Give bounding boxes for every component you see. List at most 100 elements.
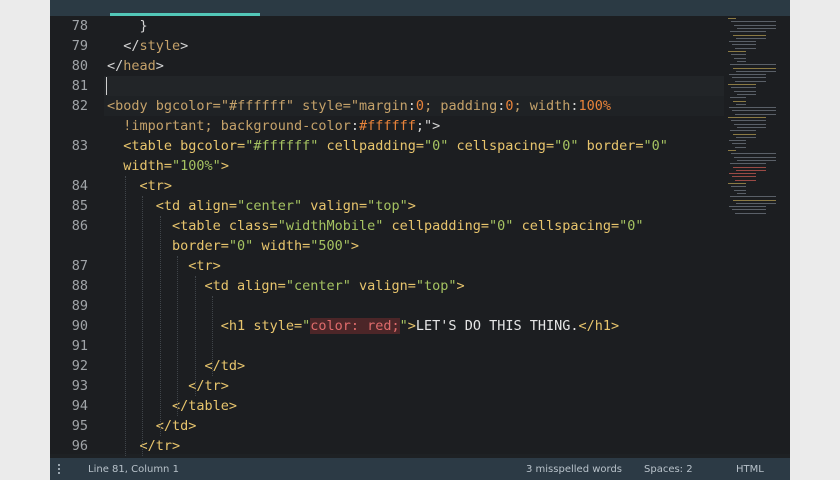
code-token: ; width <box>513 98 571 114</box>
code-token: </ <box>107 58 124 74</box>
minimap-line <box>731 153 776 155</box>
code-token: bgcolor= <box>155 98 221 114</box>
code-token: > <box>407 198 416 214</box>
code-token: 100% <box>578 98 612 114</box>
indent-guide <box>177 256 178 416</box>
code-token: bgcolor= <box>180 138 246 154</box>
code-token: <table <box>107 138 181 154</box>
line-number: 81 <box>71 78 88 94</box>
editor-window: 78 } 79 </style> 80 </head> 81 82 <body bgcolo… <box>50 0 790 480</box>
code-token: #ffffff <box>359 118 416 134</box>
line-number: 94 <box>71 398 88 414</box>
minimap-line <box>730 97 746 99</box>
indent-guide <box>195 276 196 396</box>
spell-check-status[interactable]: 3 misspelled words <box>526 464 622 475</box>
indentation-setting[interactable]: Spaces: 2 <box>644 464 693 475</box>
code-token: ; padding <box>424 98 498 114</box>
minimap-line <box>737 93 756 95</box>
code-token: ; background-color <box>204 118 351 134</box>
code-line[interactable]: </td> <box>107 416 730 436</box>
code-line[interactable]: <tr> <box>107 176 730 196</box>
cursor-position[interactable]: Line 81, Column 1 <box>88 464 179 475</box>
line-number: 78 <box>71 18 88 34</box>
line-number: 84 <box>71 178 88 194</box>
minimap-line <box>736 103 746 105</box>
minimap[interactable] <box>728 18 780 218</box>
minimap-line <box>735 113 776 115</box>
code-token: > <box>220 158 229 174</box>
minimap-line <box>729 173 756 175</box>
code-token: style= <box>253 318 303 334</box>
minimap-line <box>731 186 746 188</box>
code-token: cellspacing= <box>513 218 620 234</box>
minimap-line <box>736 202 776 204</box>
minimap-line <box>735 179 756 181</box>
code-token: > <box>155 58 164 74</box>
minimap-line <box>733 34 766 36</box>
code-line[interactable]: </td> <box>107 356 730 376</box>
code-line[interactable]: </style> <box>107 36 730 56</box>
minimap-line <box>734 90 756 92</box>
code-token: "0" <box>228 238 254 254</box>
minimap-line <box>728 51 746 52</box>
code-token: : <box>407 98 416 114</box>
code-line[interactable]: width="100%"> <box>107 156 730 176</box>
minimap-line <box>732 209 766 211</box>
code-token: </table> <box>107 398 238 414</box>
code-token: "margin <box>350 98 408 114</box>
code-token: cellpadding= <box>318 138 425 154</box>
code-token: align= <box>237 278 286 294</box>
code-token: width= <box>107 158 173 174</box>
code-line[interactable]: <table bgcolor="#ffffff" cellpadding="0"… <box>107 136 730 156</box>
minimap-line <box>730 31 766 33</box>
code-line[interactable]: } <box>107 16 730 36</box>
minimap-line <box>728 84 756 85</box>
code-token: align= <box>188 198 238 214</box>
code-token: : <box>570 98 579 114</box>
code-token: cellspacing= <box>448 138 555 154</box>
code-token: <tr> <box>107 178 173 194</box>
code-line[interactable]: </head> <box>107 56 730 76</box>
code-line[interactable]: border="0" width="500"> <box>107 236 730 256</box>
code-token: "0" <box>643 138 668 154</box>
code-line[interactable]: <body bgcolor="#ffffff" style="margin:0;… <box>107 96 730 116</box>
line-number: 91 <box>71 338 88 354</box>
code-line[interactable]: </tr> <box>107 436 730 456</box>
code-token: border= <box>578 138 644 154</box>
indent-guide <box>125 176 126 456</box>
code-token: style= <box>293 98 351 114</box>
minimap-line <box>728 117 766 118</box>
code-token: !important <box>107 118 205 134</box>
code-line[interactable]: <tr> <box>107 256 730 276</box>
current-line-highlight <box>104 76 724 96</box>
code-token: <td <box>107 278 238 294</box>
tab-bar[interactable] <box>50 0 790 16</box>
code-token: "center" <box>237 198 303 214</box>
code-editor[interactable]: 78 } 79 </style> 80 </head> 81 82 <body bgcolo… <box>50 16 790 456</box>
code-token: > <box>180 38 189 54</box>
code-line[interactable]: <h1 style="color: red;">LET'S DO THIS TH… <box>107 316 730 336</box>
code-line[interactable]: <td align="center" valign="top"> <box>107 276 730 296</box>
minimap-line <box>731 120 766 122</box>
code-token: 0 <box>505 98 514 114</box>
code-line[interactable]: <table class="widthMobile" cellpadding="… <box>107 216 730 236</box>
line-number: 79 <box>71 38 88 54</box>
code-token: valign= <box>302 198 368 214</box>
minimap-line <box>737 60 746 62</box>
code-token: style <box>139 38 181 54</box>
code-token: <body <box>107 98 156 114</box>
status-menu-icon[interactable] <box>58 464 60 474</box>
minimap-line <box>735 212 766 214</box>
code-token: </tr> <box>107 438 181 454</box>
minimap-line <box>737 126 766 128</box>
code-line[interactable]: !important; background-color:#ffffff;"> <box>107 116 730 136</box>
code-line[interactable]: <td align="center" valign="top"> <box>107 196 730 216</box>
line-number: 90 <box>71 318 88 334</box>
code-line[interactable]: </table> <box>107 396 730 416</box>
minimap-line <box>734 24 776 26</box>
indent-guide <box>212 296 213 376</box>
code-line[interactable]: </tr> <box>107 376 730 396</box>
code-token: "0" <box>554 138 579 154</box>
syntax-mode[interactable]: HTML <box>736 464 764 475</box>
code-token: " <box>399 318 408 334</box>
